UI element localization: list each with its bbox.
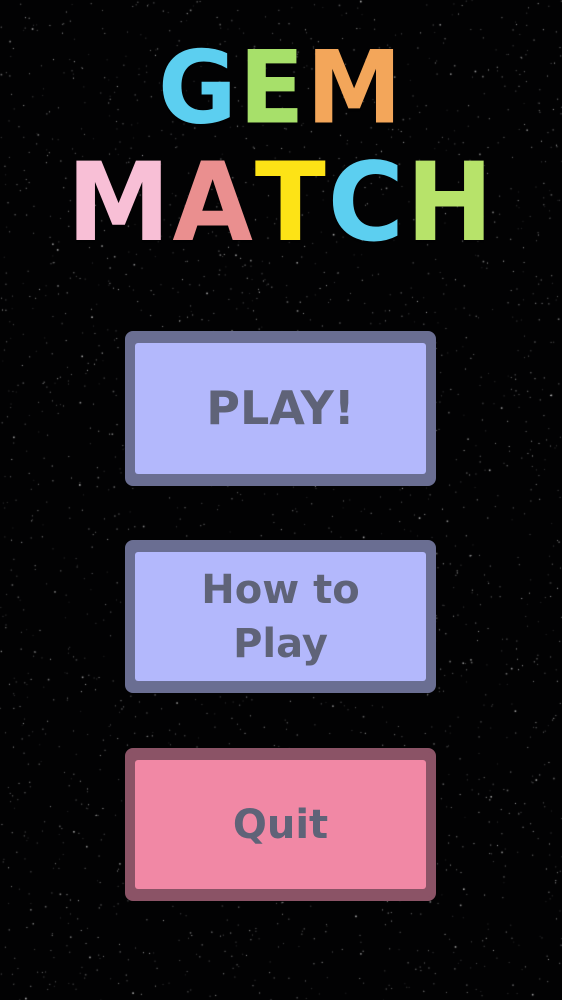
quit-button[interactable]: Quit bbox=[125, 748, 436, 901]
title-letter: A bbox=[172, 137, 255, 267]
play-button-label: PLAY! bbox=[206, 381, 355, 436]
title-letter: C bbox=[327, 137, 407, 267]
title-letter: H bbox=[406, 137, 496, 267]
play-button[interactable]: PLAY! bbox=[125, 331, 436, 486]
title-letter: M bbox=[66, 137, 173, 267]
title-letter: T bbox=[254, 137, 328, 267]
how-to-play-button[interactable]: How to Play bbox=[125, 540, 436, 693]
title-letter: G bbox=[158, 29, 239, 147]
how-to-play-button-label: How to Play bbox=[201, 566, 360, 667]
game-title-line-2: M A T C H bbox=[0, 137, 562, 267]
title-letter: M bbox=[306, 29, 404, 147]
quit-button-label: Quit bbox=[232, 801, 329, 848]
title-letter: E bbox=[238, 29, 307, 147]
game-title-line-1: G E M bbox=[0, 29, 562, 147]
